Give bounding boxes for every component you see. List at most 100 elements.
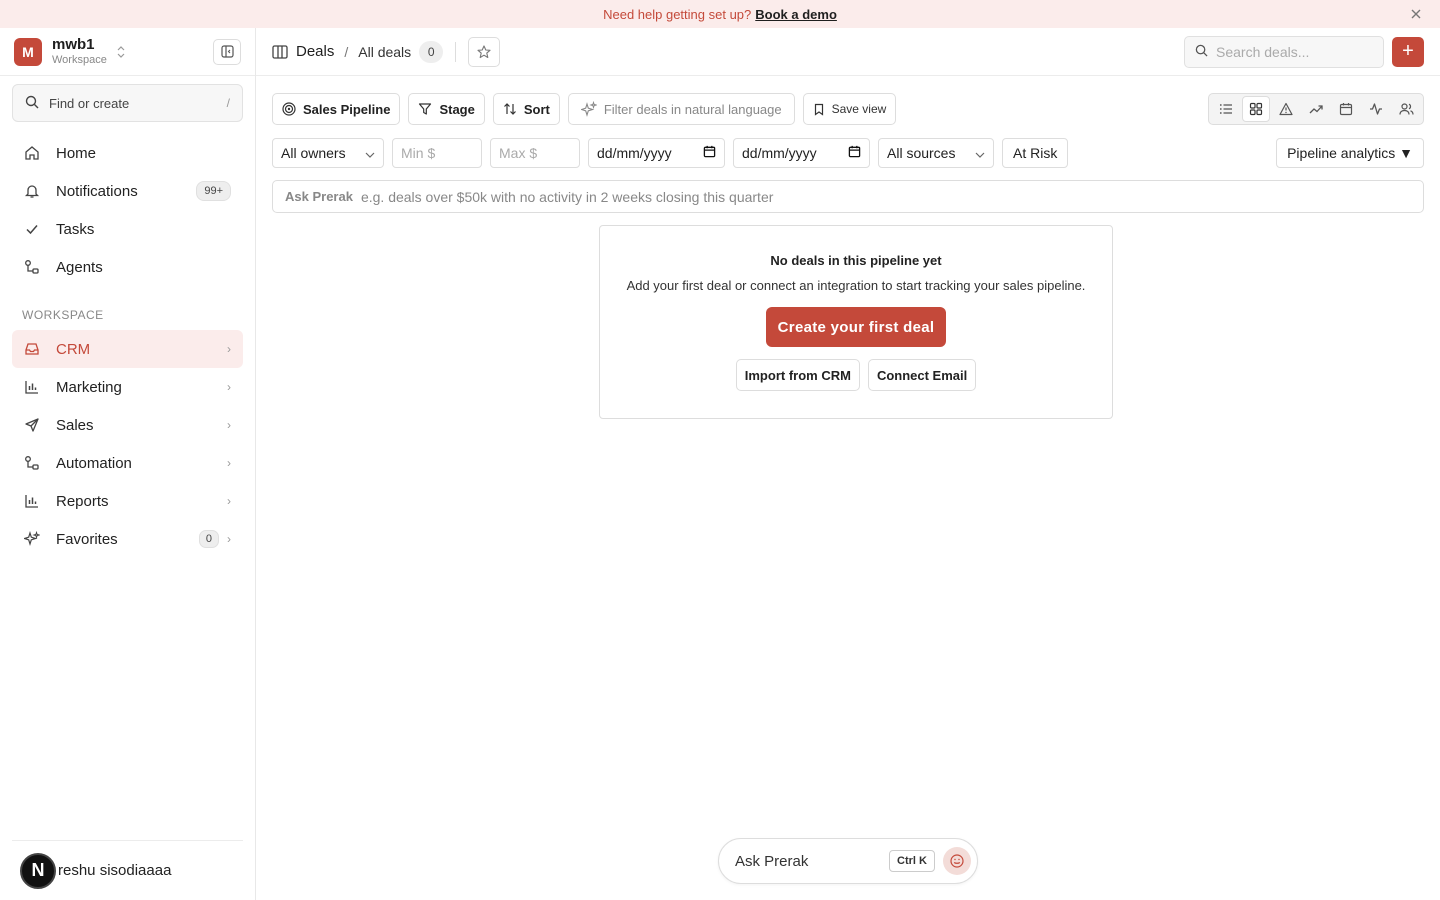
send-icon [24, 417, 40, 433]
search-icon [25, 95, 39, 112]
chevron-down-icon [365, 145, 375, 161]
breadcrumb-current: All deals [358, 43, 412, 60]
favorites-count: 0 [198, 530, 219, 548]
date-to-value: dd/mm/yyyy [742, 145, 817, 161]
pipeline-analytics-button[interactable]: Pipeline analytics ▼ [1276, 138, 1424, 168]
sidebar-item-favorites[interactable]: Favorites 0 › [12, 520, 243, 558]
connect-email-button[interactable]: Connect Email [867, 359, 977, 391]
sidebar: M mwb1 Workspace Find or create / Home N… [0, 28, 256, 900]
stage-filter-button[interactable]: Stage [408, 93, 485, 125]
date-from-field[interactable]: dd/mm/yyyy [588, 138, 725, 168]
chevron-down-icon [975, 145, 985, 161]
sidebar-item-label: Notifications [56, 182, 138, 200]
bell-icon [24, 183, 40, 199]
natural-language-filter-input[interactable]: Filter deals in natural language [567, 93, 795, 125]
trending-up-icon[interactable] [1302, 96, 1330, 122]
filter-icon [418, 102, 432, 116]
date-from-value: dd/mm/yyyy [597, 145, 672, 161]
main-content: Deals / All deals 0 + Sales Pipeline St [256, 28, 1440, 900]
pipeline-label: Sales Pipeline [303, 101, 391, 117]
calendar-icon[interactable] [1332, 96, 1360, 122]
ask-pill-label: Ask Prerak [735, 852, 809, 870]
smile-icon[interactable] [943, 847, 971, 875]
import-from-crm-button[interactable]: Import from CRM [735, 359, 860, 391]
kanban-icon [272, 44, 288, 59]
sidebar-item-label: Agents [56, 258, 103, 276]
sidebar-item-agents[interactable]: Agents [12, 248, 243, 286]
min-amount-input[interactable] [392, 138, 482, 168]
add-deal-button[interactable]: + [1392, 36, 1424, 67]
sidebar-item-label: Marketing [56, 378, 122, 396]
sidebar-item-tasks[interactable]: Tasks [12, 210, 243, 248]
search-icon [1195, 44, 1208, 60]
sidebar-item-label: Home [56, 144, 97, 162]
sidebar-item-sales[interactable]: Sales › [12, 406, 243, 444]
sort-icon [503, 102, 517, 116]
sidebar-item-label: Sales [56, 416, 94, 434]
source-select[interactable]: All sources [878, 138, 994, 168]
sort-label: Sort [523, 101, 550, 117]
find-or-create-input[interactable]: Find or create / [12, 84, 243, 122]
sidebar-item-reports[interactable]: Reports › [12, 482, 243, 520]
sparkles-icon [24, 531, 40, 547]
ask-prerak-bar[interactable]: Ask Prerak [272, 180, 1424, 213]
chevron-right-icon: › [227, 494, 231, 508]
book-demo-link[interactable]: Book a demo [755, 7, 837, 22]
empty-state-card: No deals in this pipeline yet Add your f… [599, 225, 1113, 419]
chevron-right-icon: › [227, 380, 231, 394]
filter-placeholder: Filter deals in natural language [603, 101, 782, 117]
save-view-button[interactable]: Save view [802, 93, 897, 125]
view-toolbar: Sales Pipeline Stage Sort Filter deals i… [272, 93, 1424, 125]
ask-prerak-pill[interactable]: Ask Prerak Ctrl K [718, 838, 978, 884]
pipeline-selector[interactable]: Sales Pipeline [272, 93, 401, 125]
sidebar-item-automation[interactable]: Automation › [12, 444, 243, 482]
workflow-icon [24, 455, 40, 471]
max-amount-input[interactable] [490, 138, 580, 168]
calendar-icon[interactable] [848, 145, 861, 161]
sidebar-item-notifications[interactable]: Notifications 99+ [12, 172, 243, 210]
user-name: reshu sisodiaaaa [58, 862, 172, 879]
workspace-avatar: M [14, 37, 42, 66]
sidebar-item-label: Reports [56, 492, 109, 510]
find-shortcut: / [226, 96, 230, 110]
collapse-sidebar-button[interactable] [213, 38, 241, 65]
save-view-label: Save view [831, 102, 887, 116]
workspace-switcher[interactable]: M mwb1 Workspace [0, 28, 255, 76]
divider [455, 41, 457, 62]
filter-row: All owners dd/mm/yyyy dd/mm/yyyy All sou… [272, 138, 1424, 168]
favorite-button[interactable] [468, 36, 501, 67]
sidebar-item-marketing[interactable]: Marketing › [12, 368, 243, 406]
sidebar-item-crm[interactable]: CRM › [12, 330, 243, 368]
create-first-deal-button[interactable]: Create your first deal [765, 307, 947, 347]
date-to-field[interactable]: dd/mm/yyyy [733, 138, 870, 168]
sidebar-item-label: Automation [56, 454, 132, 472]
sidebar-item-label: CRM [56, 340, 91, 358]
sidebar-item-home[interactable]: Home [12, 134, 243, 172]
calendar-icon[interactable] [703, 145, 716, 161]
grid-view-icon[interactable] [1242, 96, 1270, 122]
activity-icon[interactable] [1362, 96, 1390, 122]
at-risk-toggle[interactable]: At Risk [1002, 138, 1069, 168]
owner-select[interactable]: All owners [272, 138, 384, 168]
sparkles-icon [580, 101, 597, 117]
stage-label: Stage [439, 101, 475, 117]
ask-input[interactable] [360, 188, 1411, 205]
search-deals-field[interactable] [1184, 35, 1384, 68]
page-title[interactable]: Deals [296, 43, 334, 60]
page-header: Deals / All deals 0 + [256, 28, 1440, 76]
workspace-section-label: WORKSPACE [22, 308, 104, 322]
ask-pill-shortcut: Ctrl K [889, 850, 935, 872]
chevron-right-icon: › [227, 418, 231, 432]
view-mode-switcher [1208, 93, 1424, 125]
notifications-badge: 99+ [196, 181, 231, 201]
empty-state-title: No deals in this pipeline yet [770, 253, 942, 268]
warning-icon[interactable] [1272, 96, 1300, 122]
sort-button[interactable]: Sort [492, 93, 560, 125]
user-menu[interactable]: N reshu sisodiaaaa [12, 840, 243, 900]
search-input[interactable] [1216, 43, 1366, 60]
users-icon[interactable] [1392, 96, 1420, 122]
close-icon[interactable] [1408, 6, 1424, 22]
list-view-icon[interactable] [1212, 96, 1240, 122]
breadcrumb-separator: / [344, 43, 349, 60]
sidebar-item-label: Tasks [56, 220, 95, 238]
